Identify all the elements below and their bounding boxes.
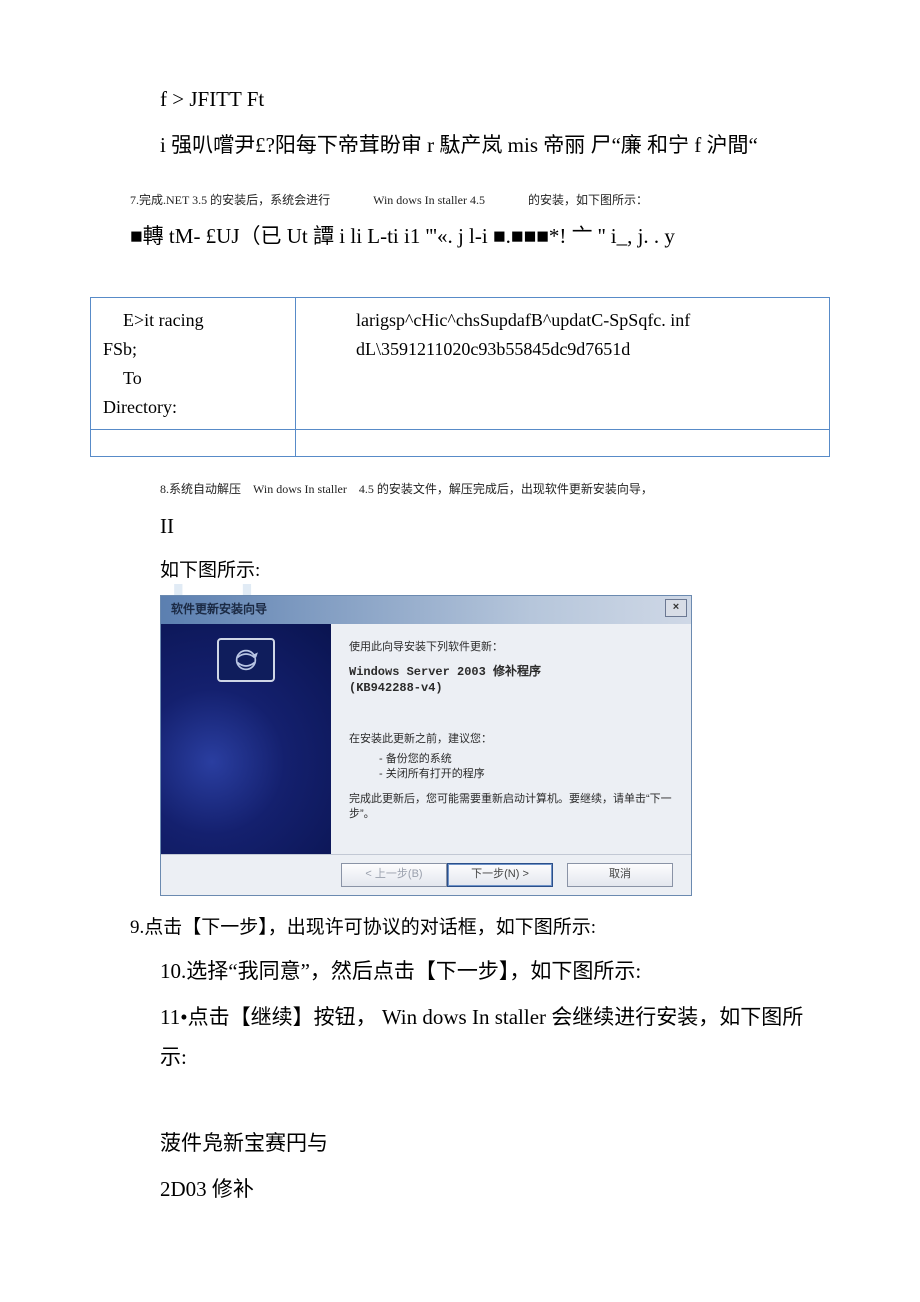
step-7: 7.完成.NET 3.5 的安装后，系统会进行 Win dows In stal… [90, 190, 830, 212]
wizard-title: 软件更新安装向导 [171, 602, 267, 616]
step-10: 10.选择“我同意”，然后点击【下一步】，如下图所示: [90, 952, 830, 992]
table-cell-empty [91, 430, 296, 457]
wizard-hint: 在安装此更新之前，建议您： [349, 730, 673, 746]
cell-text: larigsp^cHic^chsSupdafB^updatC-SpSqfc. i… [356, 310, 690, 330]
step-7-part-c: 的安装，如下图所示： [528, 193, 648, 207]
step-8-part-a: 8.系统自动解压 [160, 482, 241, 496]
extract-table: E>it racing FSb; To Directory: larigsp^c… [90, 297, 830, 457]
wizard-note: 完成此更新后，您可能需要重新启动计算机。要继续，请单击“下一步”。 [349, 792, 673, 822]
cancel-button[interactable]: 取消 [567, 863, 673, 887]
step-11: 11•点击【继续】按钮， Win dows In staller 会继续进行安装… [90, 998, 830, 1078]
wizard-footer: < 上一步(B) 下一步(N) > 取消 [161, 854, 691, 895]
garbled-line-2: i 强叭嚐尹£?阳每下帝茸盼审 r 駄产岚 mis 帝丽 尸“廉 和宁 f 沪間… [90, 126, 830, 166]
step-8-part-c: 4.5 的安装文件，解压完成后，出现软件更新安装向导， [359, 482, 653, 496]
table-row: E>it racing FSb; To Directory: larigsp^c… [91, 298, 830, 430]
step-7-part-b: Win dows In staller 4.5 [373, 193, 485, 207]
wizard-bullet-1: - 备份您的系统 [379, 752, 673, 767]
back-button[interactable]: < 上一步(B) [341, 863, 447, 887]
as-below-label: 如下图所示: [90, 553, 830, 589]
roman-numeral-ii: II [90, 507, 830, 547]
wizard-bullets: - 备份您的系统 - 关闭所有打开的程序 [349, 752, 673, 782]
wizard-program-title: Windows Server 2003 修补程序 (KB942288-v4) [349, 664, 673, 696]
step-9: 9.点击【下一步】，出现许可协议的对话框，如下图所示: [90, 910, 830, 946]
garbled-line-3: ■轉 tM- £UJ（已 Ut 譚 i li L-ti i1 '''«. j l… [90, 217, 830, 257]
wizard-bullet-2: - 关闭所有打开的程序 [379, 767, 673, 782]
cell-text: dL\3591211020c93b55845dc9d7651d [356, 339, 630, 359]
garbled-tail-1: 菠件凫新宝赛円与 [90, 1124, 830, 1164]
cell-text: To [103, 364, 283, 393]
wizard-logo-icon [217, 638, 275, 682]
step-8: 8.系统自动解压 Win dows In staller 4.5 的安装文件，解… [90, 479, 830, 501]
step-7-part-a: 7.完成.NET 3.5 的安装后，系统会进行 [130, 193, 330, 207]
cell-text: E>it racing [103, 306, 283, 335]
next-button[interactable]: 下一步(N) > [447, 863, 553, 887]
table-cell-empty [296, 430, 830, 457]
wizard-sidebar [161, 624, 331, 854]
update-wizard-window: 软件更新安装向导 × 使用此向导安装下列软件更新： [160, 595, 692, 896]
wizard-lead-text: 使用此向导安装下列软件更新： [349, 638, 673, 654]
cell-text: FSb; [103, 339, 137, 359]
wizard-content: 使用此向导安装下列软件更新： Windows Server 2003 修补程序 … [331, 624, 691, 854]
table-row [91, 430, 830, 457]
wizard-titlebar: 软件更新安装向导 × [161, 596, 691, 624]
cell-text: Directory: [103, 397, 177, 417]
garbled-tail-2: 2D03 修补 [90, 1170, 830, 1210]
table-cell-right: larigsp^cHic^chsSupdafB^updatC-SpSqfc. i… [296, 298, 830, 430]
wizard-body: 使用此向导安装下列软件更新： Windows Server 2003 修补程序 … [161, 624, 691, 854]
table-cell-left: E>it racing FSb; To Directory: [91, 298, 296, 430]
garbled-line-1: f > JFITT Ft [90, 80, 830, 120]
step-8-part-b: Win dows In staller [253, 482, 347, 496]
close-button[interactable]: × [665, 599, 687, 617]
